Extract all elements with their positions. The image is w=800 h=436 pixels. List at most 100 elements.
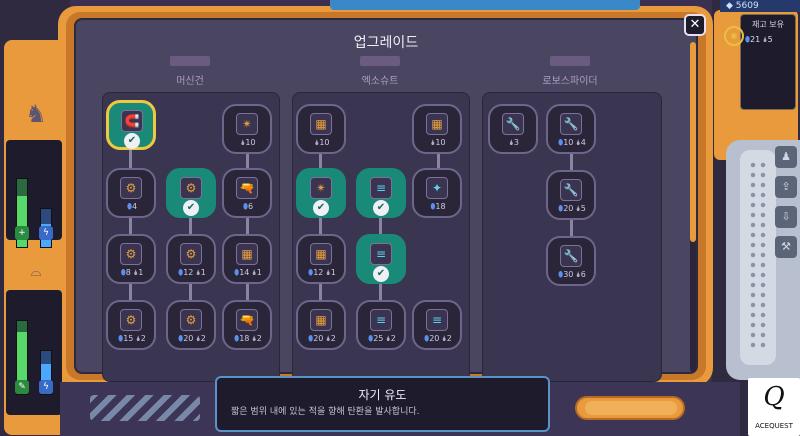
spark-icon: ✴ — [236, 113, 258, 135]
node-cost: ⬮20 🌢5 — [558, 204, 586, 213]
ring-icon: ◉ — [724, 26, 744, 46]
upgrade-node[interactable]: ⚙ ⬮12 🌢1 — [166, 234, 216, 284]
helmet-icon: ⌓ — [30, 264, 42, 280]
upgrade-node[interactable]: 🔧 ⬮10 🌢4 — [546, 104, 596, 154]
stock-values: ⬮21 🌢5 — [745, 35, 773, 44]
node-cost: 🌢3 — [509, 138, 519, 147]
hazard-stripes — [90, 395, 200, 421]
upgrade-node[interactable]: ⚙ ⬮20 🌢2 — [166, 300, 216, 350]
crystal-icon: ✦ — [426, 177, 448, 199]
upgrade-description: 짧은 범위 내에 있는 적을 향해 탄환을 발사합니다. — [231, 407, 420, 417]
upgrade-node[interactable]: ▦ ⬮20 🌢2 — [296, 300, 346, 350]
upload-icon[interactable]: ⇪ — [775, 176, 797, 198]
top-gauge-panel: + ϟ — [6, 140, 62, 248]
scrollbar-thumb[interactable] — [690, 42, 696, 242]
upgrade-node[interactable]: ⚙ ⬮4 — [106, 168, 156, 218]
gear-icon: ⚙ — [180, 177, 202, 199]
node-cost: 🌢10 — [430, 138, 446, 147]
robot-silhouette-icon: ♞ — [25, 100, 47, 128]
grid-icon: ▦ — [236, 243, 258, 265]
acequest-logo: Q ACEQUEST — [748, 378, 800, 436]
check-icon: ✔ — [373, 266, 389, 282]
node-cost: ⬮12 🌢1 — [308, 268, 336, 277]
bottom-gauge-panel: ✎ ϟ — [6, 290, 62, 415]
gem-count: 5609 — [735, 1, 759, 11]
node-cost: 🌢10 — [314, 138, 330, 147]
node-cost: ⬮15 🌢2 — [118, 334, 146, 343]
laser-icon: ≡ — [426, 309, 448, 331]
chip-icon: ▦ — [310, 113, 332, 135]
upgrade-node[interactable]: 🔫 ⬮6 — [222, 168, 272, 218]
chip-icon: ▦ — [426, 113, 448, 135]
wrench-icon: ✎ — [15, 380, 29, 394]
upgrade-node[interactable]: ⚙ ⬮8 🌢1 — [106, 234, 156, 284]
node-cost: ⬮14 🌢1 — [234, 268, 262, 277]
upgrade-node[interactable]: ≡ ✔ — [356, 234, 406, 284]
gear-icon: ⚙ — [120, 177, 142, 199]
upgrade-node[interactable]: 🔧 🌢3 — [488, 104, 538, 154]
stock-title: 재고 보유 — [752, 20, 784, 29]
logo-mark: Q — [763, 382, 785, 412]
node-cost: ⬮20 🌢2 — [308, 334, 336, 343]
upgrade-node[interactable]: ▦ ⬮12 🌢1 — [296, 234, 346, 284]
tools-icon[interactable]: ⚒ — [775, 236, 797, 258]
upgrade-node[interactable]: ⚙ ⬮15 🌢2 — [106, 300, 156, 350]
upgrade-node[interactable]: ▦ 🌢10 — [296, 104, 346, 154]
column-label-robospider: 로보스파이더 — [542, 76, 598, 87]
check-icon: ✔ — [313, 200, 329, 216]
check-icon: ✔ — [124, 133, 140, 149]
gear-icon: ⚙ — [180, 309, 202, 331]
upgrade-node[interactable]: ✦ ⬮18 — [412, 168, 462, 218]
close-button[interactable]: ✕ — [684, 14, 706, 36]
currency-display: ◆ 5609 — [720, 0, 800, 12]
wrench-icon: 🔧 — [560, 245, 582, 267]
lightning-icon: ϟ — [39, 380, 53, 394]
upgrade-node[interactable]: ✴ ✔ — [296, 168, 346, 218]
upgrade-node[interactable]: ≡ ⬮20 🌢2 — [412, 300, 462, 350]
node-cost: ⬮12 🌢1 — [178, 268, 206, 277]
gun-icon: 🔫 — [236, 309, 258, 331]
upgrade-node[interactable]: ≡ ✔ — [356, 168, 406, 218]
node-cost: ⬮20 🌢2 — [424, 334, 452, 343]
top-accent-bar — [330, 0, 640, 10]
upgrade-info-box: 자기 유도 짧은 범위 내에 있는 적을 향해 탄환을 발사합니다. — [215, 376, 550, 432]
node-cost: ⬮18 — [430, 202, 446, 211]
column-label-machinegun: 머신건 — [176, 76, 204, 87]
node-cost: ⬮25 🌢2 — [368, 334, 396, 343]
download-icon[interactable]: ⇩ — [775, 206, 797, 228]
spark-icon: ✴ — [310, 177, 332, 199]
node-cost: ⬮4 — [126, 202, 138, 211]
upgrade-node[interactable]: ▦ ⬮14 🌢1 — [222, 234, 272, 284]
gun-icon: 🔫 — [236, 177, 258, 199]
upgrade-node[interactable]: ⚙ ✔ — [166, 168, 216, 218]
beam-icon: ≡ — [370, 309, 392, 331]
robospider-emblem-icon — [550, 56, 590, 66]
person-icon[interactable]: ♟ — [775, 146, 797, 168]
node-cost: ⬮6 — [242, 202, 254, 211]
upgrade-name: 자기 유도 — [358, 388, 407, 402]
node-cost: 🌢10 — [240, 138, 256, 147]
lightning-icon: ϟ — [39, 226, 53, 240]
exosuit-emblem-icon — [360, 56, 400, 66]
plus-icon: + — [15, 226, 29, 240]
upgrade-node[interactable]: 🔫 ⬮18 🌢2 — [222, 300, 272, 350]
side-machine-vent — [748, 160, 768, 350]
beam-icon: ≡ — [370, 177, 392, 199]
upgrade-node[interactable]: ✴ 🌢10 — [222, 104, 272, 154]
upgrade-node[interactable]: 🔧 ⬮20 🌢5 — [546, 170, 596, 220]
upgrade-node[interactable]: ≡ ⬮25 🌢2 — [356, 300, 406, 350]
action-button-highlight — [585, 401, 677, 415]
chip-icon: ▦ — [310, 243, 332, 265]
upgrade-node[interactable]: ▦ 🌢10 — [412, 104, 462, 154]
close-icon: ✕ — [689, 17, 701, 32]
node-cost: ⬮10 🌢4 — [558, 138, 586, 147]
gear-icon: ⚙ — [120, 309, 142, 331]
machinegun-emblem-icon — [170, 56, 210, 66]
wrench-icon: 🔧 — [560, 113, 582, 135]
upgrade-node[interactable]: 🔧 ⬮30 🌢6 — [546, 236, 596, 286]
stock-panel: 재고 보유 ⬮21 🌢5 — [740, 14, 796, 110]
upgrade-node-magnet[interactable]: 🧲 ✔ — [106, 100, 156, 150]
column-label-exosuit: 엑소슈트 — [361, 76, 399, 87]
logo-text: ACEQUEST — [755, 422, 793, 430]
beam-icon: ≡ — [370, 243, 392, 265]
